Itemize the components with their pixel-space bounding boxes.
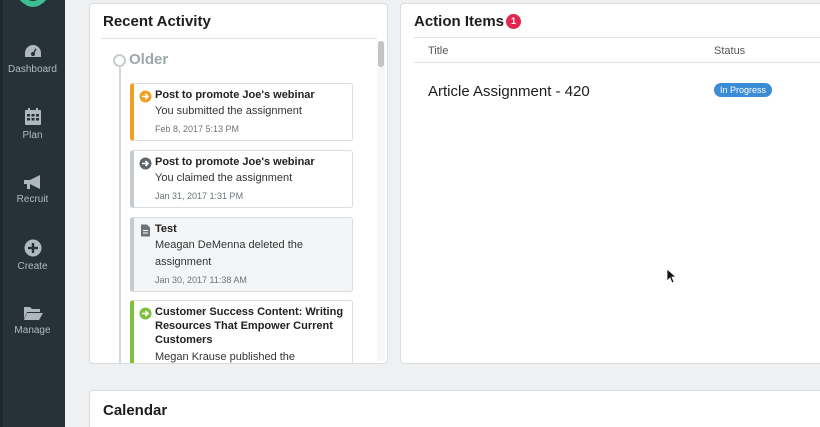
- activity-card-body: Megan Krause published the: [155, 351, 296, 363]
- activity-card-title: Post to promote Joe's webinar: [155, 89, 315, 101]
- dashboard-icon: [24, 45, 41, 57]
- folder-icon: [23, 307, 43, 320]
- sidebar-item-recruit[interactable]: Recruit: [0, 173, 65, 205]
- sidebar-item-label: Dashboard: [8, 64, 57, 75]
- activity-card-title: Test: [155, 223, 177, 235]
- recent-activity-panel: Recent Activity Older Post to promote Jo…: [89, 3, 388, 364]
- sidebar-item-plan[interactable]: Plan: [0, 107, 65, 141]
- sidebar: Dashboard Plan Recruit Create Manage: [0, 0, 65, 427]
- timeline-group-label: Older: [129, 51, 169, 68]
- brand-logo: [19, 0, 47, 7]
- plus-circle-icon: [24, 239, 41, 257]
- column-header-title[interactable]: Title: [428, 45, 448, 57]
- notification-badge: 1: [506, 14, 521, 29]
- sidebar-item-label: Manage: [14, 325, 51, 336]
- action-items-title: Action Items: [414, 13, 505, 30]
- timeline-line: [119, 67, 121, 363]
- action-items-panel: Action Items 1 Title Status Article Assi…: [400, 3, 820, 364]
- divider: [414, 62, 820, 63]
- calendar-panel: Calendar: [89, 390, 820, 427]
- activity-card-title: Post to promote Joe's webinar: [155, 156, 315, 168]
- column-header-status[interactable]: Status: [714, 45, 745, 57]
- scrollbar-track[interactable]: [377, 41, 385, 361]
- arrow-circle-icon: [139, 307, 152, 320]
- sidebar-item-create[interactable]: Create: [0, 238, 65, 272]
- document-icon: [141, 224, 150, 237]
- calendar-icon: [24, 108, 41, 125]
- activity-card-body: Meagan DeMenna deleted the assignment: [155, 239, 303, 268]
- recent-activity-title: Recent Activity: [103, 13, 211, 30]
- timeline-dot: [113, 54, 126, 67]
- megaphone-icon: [23, 175, 40, 189]
- divider: [414, 37, 820, 38]
- activity-card-time: Feb 8, 2017 5:13 PM: [155, 124, 240, 134]
- arrow-circle-icon: [139, 157, 152, 170]
- activity-card[interactable]: Post to promote Joe's webinar You submit…: [130, 83, 353, 141]
- mouse-cursor-icon: [666, 268, 676, 284]
- scrollbar-thumb[interactable]: [378, 41, 384, 67]
- divider: [101, 38, 377, 39]
- sidebar-item-dashboard[interactable]: Dashboard: [0, 43, 65, 75]
- activity-card-time: Jan 31, 2017 1:31 PM: [155, 191, 244, 201]
- activity-card[interactable]: Post to promote Joe's webinar You claime…: [130, 150, 353, 208]
- status-badge: In Progress: [714, 83, 773, 97]
- calendar-title: Calendar: [103, 402, 168, 419]
- sidebar-item-label: Create: [17, 261, 48, 272]
- activity-card-time: Jan 30, 2017 11:38 AM: [155, 275, 247, 285]
- activity-card-title: Customer Success Content: Writing Resour…: [155, 306, 344, 346]
- activity-card[interactable]: Customer Success Content: Writing Resour…: [130, 300, 353, 363]
- activity-card-body: You submitted the assignment: [155, 105, 302, 117]
- activity-card[interactable]: Test Meagan DeMenna deleted the assignme…: [130, 217, 353, 292]
- sidebar-item-label: Recruit: [16, 194, 49, 205]
- sidebar-item-label: Plan: [22, 130, 43, 141]
- sidebar-item-manage[interactable]: Manage: [0, 304, 65, 336]
- arrow-circle-icon: [139, 90, 152, 103]
- activity-card-body: You claimed the assignment: [155, 172, 293, 184]
- action-item-title-link[interactable]: Article Assignment - 420: [428, 83, 590, 100]
